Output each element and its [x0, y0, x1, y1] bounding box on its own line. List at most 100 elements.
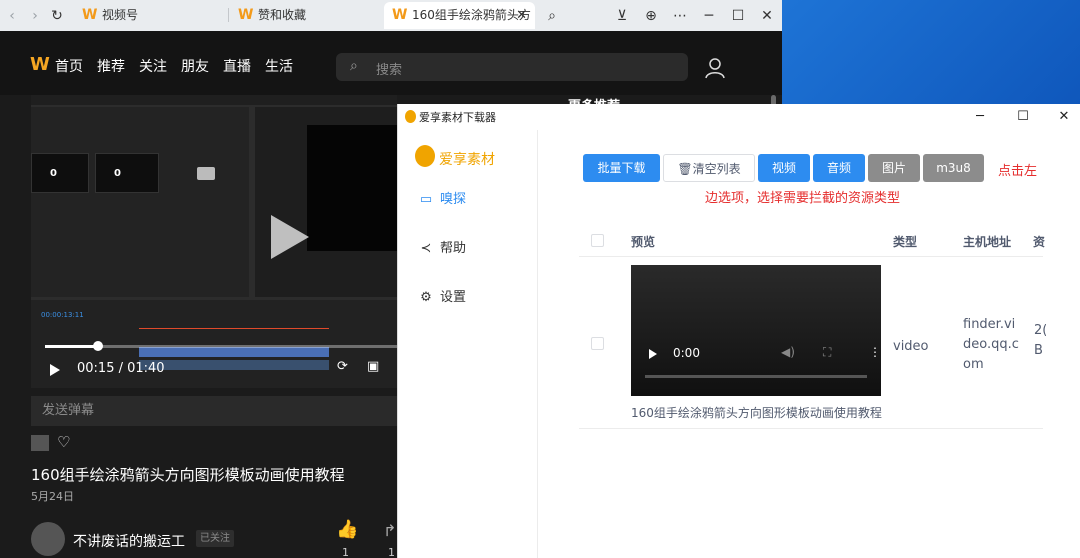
mini-avatar[interactable] — [31, 435, 49, 451]
progress-fill — [45, 345, 98, 348]
sidebar-item-label: 帮助 — [440, 241, 467, 256]
downloader-window: 爱享素材下载器 ─ ☐ ✕ 爱享素材 ▭ 嗅探 ≺ 帮助 ⚙ 设置 批量下载 🗑清空列… — [397, 104, 1080, 558]
filter-image-button[interactable]: 图片 — [868, 154, 920, 182]
danmu-input[interactable]: 发送弹幕 — [31, 396, 397, 426]
like-count: 1 — [342, 546, 349, 558]
sidebar-item-help[interactable]: ≺ 帮助 — [418, 237, 466, 256]
thumbs-up-icon[interactable]: 👍 — [336, 519, 358, 540]
preview-canvas — [307, 125, 397, 251]
more-vertical-icon[interactable]: ⋮ — [869, 345, 881, 359]
video-player[interactable]: 0 0 00:00:13:11 00:15 / 01:40 ⟳ ▣ — [31, 95, 397, 388]
share-count: 1 — [388, 546, 395, 558]
site-logo-icon[interactable]: W — [30, 54, 50, 76]
search-icon[interactable]: ⌕ — [542, 6, 562, 26]
resource-size: 2( B — [1034, 323, 1046, 358]
video-title: 160组手绘涂鸦箭头方向图形模板动画使用教程 — [31, 466, 345, 484]
select-all-checkbox[interactable] — [591, 234, 604, 247]
app-title: 爱享素材下载器 — [419, 111, 496, 124]
timeline-track — [139, 360, 329, 370]
preview-time: 0:00 — [673, 346, 700, 360]
user-icon[interactable] — [704, 57, 726, 79]
hint-text: 点击左 — [998, 164, 1038, 179]
trash-icon: 🗑 — [677, 162, 693, 176]
w-logo-icon: W — [82, 7, 98, 23]
timeline-track — [139, 347, 329, 357]
close-icon[interactable]: ✕ — [516, 2, 527, 29]
batch-download-button[interactable]: 批量下载 — [583, 154, 660, 182]
close-icon[interactable]: ✕ — [1054, 107, 1074, 127]
nav-home[interactable]: 首页 — [55, 58, 83, 76]
tab-divider — [228, 8, 229, 22]
preview-video-player[interactable]: 0:00 ◀) ⛶ ⋮ — [631, 265, 881, 396]
filter-video-button[interactable]: 视频 — [758, 154, 810, 182]
table-header: 预览 类型 主机地址 资 — [579, 223, 1045, 257]
nav-follow[interactable]: 关注 — [139, 58, 167, 76]
back-icon[interactable]: ‹ — [2, 6, 22, 26]
forward-icon[interactable]: › — [25, 6, 45, 26]
resource-type: video — [893, 339, 929, 354]
brand-name: 爱享素材 — [439, 152, 495, 168]
hint-text-continued: 边选项，选择需要拦截的资源类型 — [705, 191, 901, 206]
danmu-toggle-icon[interactable]: ▣ — [367, 359, 379, 374]
more-icon[interactable]: ⋯ — [669, 5, 691, 27]
search-input[interactable]: ⌕ 搜索 — [336, 53, 688, 81]
resource-name: 160组手绘涂鸦箭头方向图形模板动画使用教程 — [631, 406, 882, 420]
app-titlebar: 爱享素材下载器 ─ ☐ ✕ — [398, 104, 1080, 130]
maximize-icon[interactable]: ☐ — [1013, 107, 1033, 127]
tab-label: 160组手绘涂鸦箭头方 — [412, 8, 531, 22]
maximize-icon[interactable]: ☐ — [727, 5, 749, 27]
sidebar-item-settings[interactable]: ⚙ 设置 — [418, 286, 466, 305]
sidebar-item-label: 设置 — [440, 290, 467, 305]
site-header: W 首页 推荐 关注 朋友 直播 生活 ⌕ 搜索 — [0, 31, 782, 95]
close-window-icon[interactable]: ✕ — [756, 5, 778, 27]
minimize-icon[interactable]: ─ — [970, 107, 990, 127]
author-avatar[interactable] — [31, 522, 65, 556]
author-name[interactable]: 不讲废话的搬运工 — [73, 531, 185, 551]
speed-icon[interactable]: ⟳ — [337, 359, 348, 374]
minimize-icon[interactable]: ─ — [698, 5, 720, 27]
play-icon[interactable] — [649, 349, 657, 359]
editor-preview-panel — [255, 107, 397, 297]
tab-label: 视频号 — [102, 8, 139, 22]
volume-icon[interactable]: ◀) — [781, 345, 795, 359]
progress-handle[interactable] — [93, 341, 103, 351]
w-logo-icon: W — [392, 7, 408, 23]
folder-icon — [197, 167, 215, 180]
reload-icon[interactable]: ↻ — [47, 6, 67, 26]
clear-list-button[interactable]: 🗑清空列表 — [663, 154, 755, 182]
follow-badge[interactable]: 已关注 — [196, 530, 234, 547]
filter-audio-button[interactable]: 音频 — [813, 154, 865, 182]
gear-icon: ⚙ — [420, 290, 432, 305]
search-placeholder: 搜索 — [376, 63, 403, 78]
column-preview: 预览 — [631, 235, 656, 249]
tab-likes[interactable]: W 赞和收藏 — [230, 2, 382, 29]
play-icon[interactable] — [50, 364, 60, 376]
sidebar-item-sniff[interactable]: ▭ 嗅探 — [418, 188, 466, 207]
globe-icon[interactable]: ⊕ — [640, 5, 662, 27]
app-sidebar: 爱享素材 ▭ 嗅探 ≺ 帮助 ⚙ 设置 — [398, 130, 538, 558]
play-overlay-icon[interactable] — [271, 215, 309, 259]
nav-friends[interactable]: 朋友 — [181, 58, 209, 76]
w-logo-icon: W — [238, 7, 254, 23]
nav-life[interactable]: 生活 — [265, 58, 293, 76]
heart-icon[interactable]: ♡ — [57, 433, 70, 451]
video-date: 5月24日 — [31, 490, 74, 503]
preview-progress-bar[interactable] — [645, 375, 867, 378]
timeline-work-area — [139, 328, 329, 329]
brand-logo-icon — [415, 145, 435, 167]
player-time: 00:15 / 01:40 — [77, 361, 165, 376]
editor-timecode: 00:00:13:11 — [41, 311, 84, 319]
row-checkbox[interactable] — [591, 337, 604, 350]
resource-host: finder.video.qq.com — [963, 317, 1019, 372]
tab-label: 赞和收藏 — [258, 8, 307, 22]
nav-recommend[interactable]: 推荐 — [97, 58, 125, 76]
tab-channel[interactable]: W 视频号 — [74, 2, 226, 29]
table-row: 0:00 ◀) ⛶ ⋮ 160组手绘涂鸦箭头方向图形模板动画使用教程 video… — [579, 257, 1046, 429]
tab-video[interactable]: W 160组手绘涂鸦箭头方 ✕ — [384, 2, 535, 29]
nav-live[interactable]: 直播 — [223, 58, 251, 76]
fullscreen-icon[interactable]: ⛶ — [823, 345, 831, 360]
filter-m3u8-button[interactable]: m3u8 — [923, 154, 984, 182]
download-icon[interactable]: ⊻ — [611, 5, 633, 27]
sniff-icon: ▭ — [419, 192, 433, 207]
share-arrow-icon[interactable]: ↱ — [383, 521, 396, 540]
